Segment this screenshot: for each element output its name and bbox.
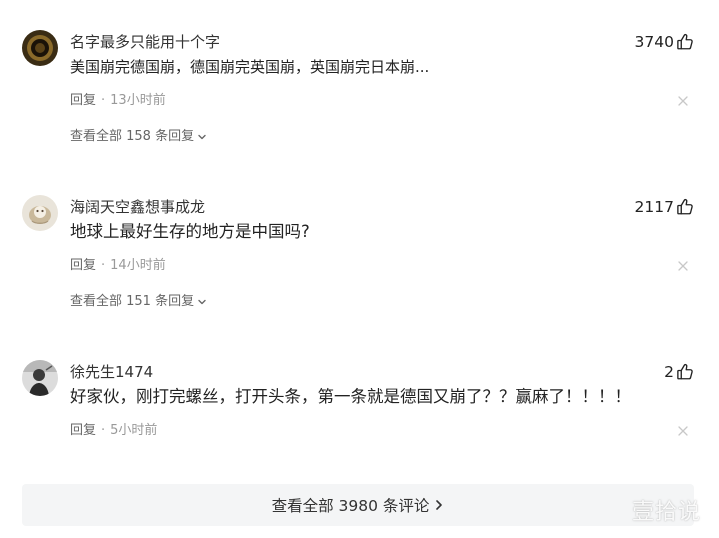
- comment-meta: 回复 · 13小时前: [70, 92, 166, 110]
- meta-separator: ·: [101, 258, 106, 273]
- comment-item: 海阔天空鑫想事成龙 2117 地球上最好生存的地方是中国吗? 回复 · 14小时前 …: [22, 195, 694, 319]
- like-button[interactable]: 3740: [635, 30, 694, 54]
- thumbs-up-icon: [676, 198, 694, 216]
- comment-text: 地球上最好生存的地方是中国吗?: [70, 222, 310, 241]
- thumbs-up-icon: [676, 363, 694, 381]
- close-icon[interactable]: [676, 422, 690, 440]
- avatar[interactable]: [22, 195, 58, 231]
- chevron-right-icon: [434, 499, 444, 511]
- comment-meta: 回复 · 14小时前: [70, 257, 166, 275]
- meta-separator: ·: [101, 93, 106, 108]
- close-icon[interactable]: [676, 257, 690, 275]
- comment-section: 名字最多只能用十个字 3740 美国崩完德国崩，德国崩完英国崩，英国崩完日本崩.…: [0, 0, 719, 538]
- comment-text: 美国崩完德国崩，德国崩完英国崩，英国崩完日本崩...: [70, 58, 430, 76]
- chevron-down-icon: [197, 297, 207, 307]
- view-all-comments-label: 查看全部 3980 条评论: [271, 497, 430, 515]
- like-count: 3740: [634, 33, 674, 51]
- like-button[interactable]: 2: [664, 360, 694, 384]
- comment-time: 5小时前: [110, 423, 158, 438]
- reply-button[interactable]: 回复: [70, 93, 96, 108]
- reply-button[interactable]: 回复: [70, 258, 96, 273]
- like-count: 2117: [634, 198, 674, 216]
- close-icon[interactable]: [676, 92, 690, 110]
- thumbs-up-icon: [676, 33, 694, 51]
- comment-time: 14小时前: [110, 258, 166, 273]
- view-replies-link[interactable]: 查看全部 158 条回复: [70, 128, 207, 146]
- like-count: 2: [664, 363, 674, 381]
- username[interactable]: 海阔天空鑫想事成龙: [70, 195, 205, 219]
- view-replies-label: 查看全部 151 条回复: [70, 294, 195, 309]
- chevron-down-icon: [197, 132, 207, 142]
- like-button[interactable]: 2117: [635, 195, 694, 219]
- view-replies-link[interactable]: 查看全部 151 条回复: [70, 293, 207, 311]
- comment-item: 名字最多只能用十个字 3740 美国崩完德国崩，德国崩完英国崩，英国崩完日本崩.…: [22, 30, 694, 154]
- view-all-comments-button[interactable]: 查看全部 3980 条评论: [22, 484, 694, 526]
- comment-meta: 回复 · 5小时前: [70, 422, 157, 440]
- comment-text: 好家伙，刚打完螺丝，打开头条，第一条就是德国又崩了？？赢麻了！！！！: [70, 387, 631, 406]
- reply-button[interactable]: 回复: [70, 423, 96, 438]
- comment-item: 徐先生1474 2 好家伙，刚打完螺丝，打开头条，第一条就是德国又崩了？？赢麻了…: [22, 360, 694, 450]
- avatar[interactable]: [22, 30, 58, 66]
- watermark: 壹拾说: [631, 500, 701, 525]
- avatar[interactable]: [22, 360, 58, 396]
- username[interactable]: 名字最多只能用十个字: [70, 30, 220, 54]
- view-replies-label: 查看全部 158 条回复: [70, 129, 195, 144]
- username[interactable]: 徐先生1474: [70, 360, 153, 384]
- meta-separator: ·: [101, 423, 106, 438]
- comment-time: 13小时前: [110, 93, 166, 108]
